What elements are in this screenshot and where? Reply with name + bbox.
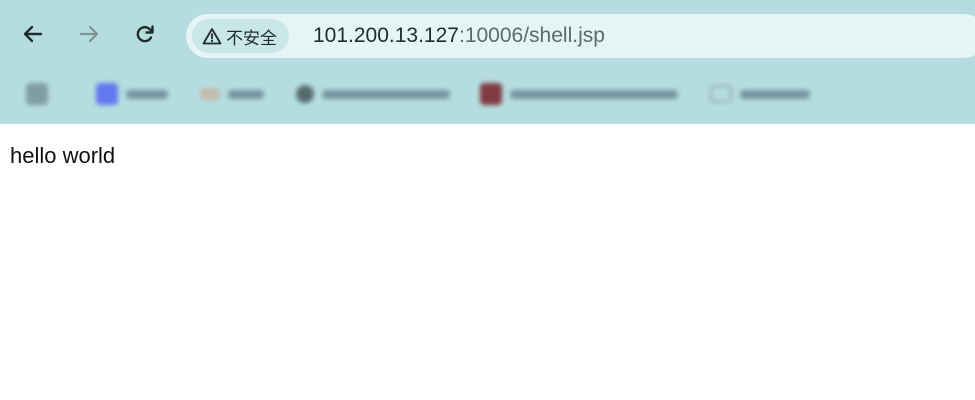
bookmark-item[interactable] <box>480 82 678 106</box>
bookmark-item[interactable] <box>200 82 264 106</box>
reload-button[interactable] <box>127 16 163 52</box>
url-path: :10006/shell.jsp <box>458 24 605 47</box>
bookmark-item[interactable] <box>296 82 450 106</box>
security-indicator[interactable]: 不安全 <box>192 19 289 53</box>
bookmark-item[interactable] <box>96 82 168 106</box>
bookmark-label-blurred <box>740 89 810 99</box>
url-text[interactable]: 101.200.13.127:10006/shell.jsp <box>313 14 605 58</box>
reload-icon <box>136 25 154 43</box>
security-label: 不安全 <box>226 28 277 48</box>
bookmark-folder[interactable] <box>710 82 810 106</box>
back-arrow-icon <box>23 25 43 43</box>
bookmark-favicon-icon <box>480 83 502 105</box>
browser-toolbar: 不安全 101.200.13.127:10006/shell.jsp <box>0 0 975 70</box>
bookmarks-bar <box>0 70 975 120</box>
bookmark-favicon-icon <box>200 88 220 100</box>
forward-arrow-icon <box>79 25 99 43</box>
browser-chrome: 不安全 101.200.13.127:10006/shell.jsp <box>0 0 975 124</box>
apps-shortcut[interactable] <box>26 82 48 106</box>
bookmark-favicon-icon <box>296 85 314 103</box>
bookmark-label-blurred <box>126 89 168 99</box>
folder-icon <box>710 85 732 103</box>
bookmark-label-blurred <box>510 89 678 99</box>
warning-triangle-icon <box>202 28 222 45</box>
back-button[interactable] <box>15 16 51 52</box>
forward-button[interactable] <box>71 16 107 52</box>
address-bar[interactable]: 不安全 101.200.13.127:10006/shell.jsp <box>186 14 975 58</box>
bookmark-label-blurred <box>322 89 450 99</box>
bookmark-favicon-icon <box>96 83 118 105</box>
apps-grid-icon <box>26 83 48 105</box>
bookmark-label-blurred <box>228 89 264 99</box>
url-host: 101.200.13.127 <box>313 24 459 47</box>
page-body-text: hello world <box>10 143 116 168</box>
